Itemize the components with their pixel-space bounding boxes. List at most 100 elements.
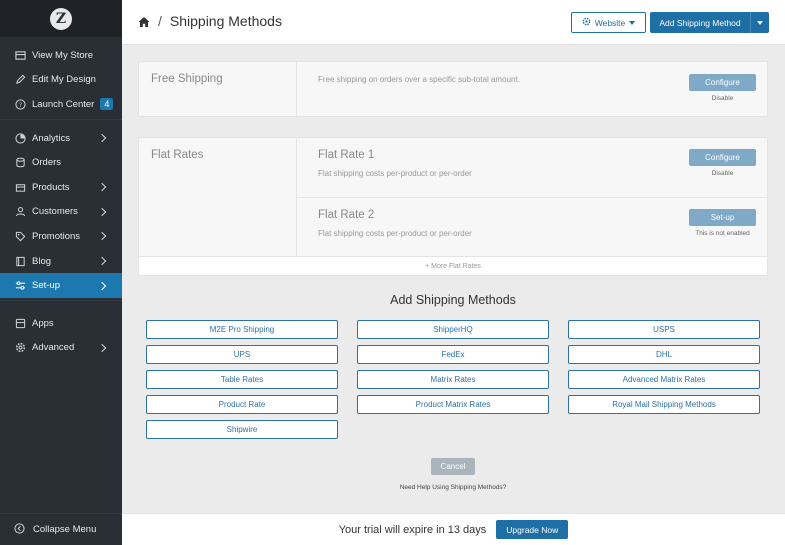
- method-title: Flat Rate 2: [318, 209, 375, 221]
- chevron-right-icon: [97, 256, 107, 266]
- add-method-dropdown-toggle[interactable]: [751, 20, 769, 25]
- book-icon: [14, 255, 26, 267]
- product-matrix-rates-button[interactable]: Product Matrix Rates: [357, 395, 549, 414]
- logo-area: Z: [0, 0, 122, 37]
- sliders-icon: [14, 280, 26, 292]
- launch-center-badge: 4: [100, 98, 114, 111]
- advanced-matrix-rates-button[interactable]: Advanced Matrix Rates: [568, 370, 760, 389]
- dhl-button[interactable]: DHL: [568, 345, 760, 364]
- analytics-icon: [14, 132, 26, 144]
- panel-title: Flat Rates: [151, 149, 204, 161]
- table-rates-button[interactable]: Table Rates: [146, 370, 338, 389]
- usps-button[interactable]: USPS: [568, 320, 760, 339]
- upgrade-now-button[interactable]: Upgrade Now: [496, 520, 569, 539]
- sidebar-item-label: Apps: [32, 317, 54, 329]
- add-shipping-method-button[interactable]: Add Shipping Method: [650, 12, 769, 33]
- sidebar-item-edit-my-design[interactable]: Edit My Design: [0, 68, 122, 93]
- sidebar-item-customers[interactable]: Customers: [0, 200, 122, 225]
- breadcrumb-separator: /: [158, 13, 162, 29]
- sidebar: Z View My Store Edit My Design ? Launch …: [0, 0, 122, 545]
- caret-down-icon: [757, 20, 763, 25]
- method-description: Free shipping on orders over a specific …: [318, 75, 520, 84]
- disable-link[interactable]: Disable: [679, 95, 766, 102]
- chevron-right-icon: [97, 232, 107, 241]
- sidebar-item-launch-center[interactable]: ? Launch Center 4: [0, 92, 122, 117]
- disable-link[interactable]: Disable: [679, 170, 766, 177]
- product-rate-button[interactable]: Product Rate: [146, 395, 338, 414]
- free-shipping-panel: Free Shipping Free shipping on orders ov…: [138, 61, 768, 118]
- royal-mail-shipping-methods-button[interactable]: Royal Mail Shipping Methods: [568, 395, 760, 414]
- tag-icon: [14, 230, 26, 242]
- sidebar-item-orders[interactable]: Orders: [0, 150, 122, 175]
- collapse-menu-label: Collapse Menu: [33, 524, 97, 535]
- configure-button[interactable]: Configure: [689, 74, 756, 91]
- box-icon: [14, 181, 26, 193]
- sidebar-item-apps[interactable]: Apps: [0, 311, 122, 336]
- flat-rates-panel: Flat Rates Flat Rate 1 Flat shipping cos…: [138, 137, 768, 276]
- sidebar-item-blog[interactable]: Blog: [0, 249, 122, 274]
- sidebar-item-label: Orders: [32, 157, 62, 169]
- website-dropdown-button[interactable]: Website: [571, 12, 646, 33]
- set-up-button[interactable]: Set-up: [689, 209, 756, 226]
- chevron-right-icon: [97, 133, 107, 143]
- method-description: Flat shipping costs per-product or per-o…: [318, 169, 472, 178]
- sidebar-item-label: Launch Center: [32, 98, 95, 110]
- page-title: Shipping Methods: [169, 13, 282, 29]
- fedex-button[interactable]: FedEx: [357, 345, 549, 364]
- svg-text:?: ?: [18, 101, 21, 109]
- status-text: This is not enabled: [695, 230, 750, 237]
- breadcrumb: / Shipping Methods: [138, 13, 282, 29]
- matrix-rates-button[interactable]: Matrix Rates: [357, 370, 549, 389]
- ups-button[interactable]: UPS: [146, 345, 338, 364]
- more-flat-rates-link[interactable]: + More Flat Rates: [139, 256, 767, 275]
- cancel-button[interactable]: Cancel: [431, 458, 475, 475]
- sidebar-item-set-up[interactable]: Set-up: [0, 273, 122, 298]
- question-icon: ?: [14, 98, 26, 110]
- sidebar-item-products[interactable]: Products: [0, 175, 122, 200]
- user-icon: [14, 206, 26, 218]
- nav-group-main: Analytics Orders Products Customers Prom…: [0, 118, 122, 300]
- sidebar-item-label: Customers: [32, 206, 78, 218]
- collapse-icon: [14, 522, 25, 537]
- configure-button[interactable]: Configure: [689, 149, 756, 166]
- sidebar-item-label: Products: [32, 181, 70, 193]
- method-title: Flat Rate 1: [318, 149, 375, 161]
- trial-text: Your trial will expire in 13 days: [338, 523, 487, 536]
- sidebar-item-view-my-store[interactable]: View My Store: [0, 43, 122, 68]
- sidebar-item-analytics[interactable]: Analytics: [0, 126, 122, 151]
- sidebar-item-advanced[interactable]: Advanced: [0, 336, 122, 361]
- add-methods-title: Add Shipping Methods: [390, 293, 516, 307]
- trial-footer: Your trial will expire in 13 days Upgrad…: [122, 513, 785, 545]
- sidebar-item-label: View My Store: [32, 49, 94, 61]
- sidebar-item-label: Advanced: [32, 342, 75, 354]
- database-icon: [14, 157, 26, 169]
- chevron-right-icon: [97, 207, 107, 217]
- sidebar-item-label: Blog: [32, 255, 52, 267]
- chevron-right-icon: [97, 281, 107, 290]
- m2e-pro-shipping-button[interactable]: M2E Pro Shipping: [146, 320, 338, 339]
- chevron-right-icon: [97, 183, 107, 192]
- caret-down-icon: [629, 20, 636, 25]
- help-link[interactable]: Need Help Using Shipping Methods?: [138, 484, 768, 491]
- home-icon[interactable]: [138, 15, 150, 27]
- apps-icon: [14, 317, 26, 329]
- pencil-icon: [14, 74, 26, 86]
- method-description: Flat shipping costs per-product or per-o…: [318, 229, 472, 238]
- sidebar-item-promotions[interactable]: Promotions: [0, 224, 122, 249]
- store-icon: [14, 49, 26, 61]
- nav-group-extra: Apps Advanced: [0, 299, 122, 362]
- sidebar-item-label: Analytics: [32, 132, 71, 144]
- nav-group-store: View My Store Edit My Design ? Launch Ce…: [0, 37, 122, 119]
- panel-title: Free Shipping: [151, 73, 223, 85]
- shipperhq-button[interactable]: ShipperHQ: [357, 320, 549, 339]
- sidebar-item-label: Set-up: [32, 280, 60, 292]
- shipwire-button[interactable]: Shipwire: [146, 420, 338, 439]
- collapse-menu-button[interactable]: Collapse Menu: [0, 513, 122, 545]
- add-shipping-method-label: Add Shipping Method: [659, 17, 741, 28]
- logo[interactable]: Z: [50, 7, 72, 30]
- website-label: Website: [594, 17, 626, 28]
- sidebar-item-label: Promotions: [32, 230, 81, 242]
- row-separator: [296, 197, 767, 198]
- sidebar-item-label: Edit My Design: [32, 74, 96, 86]
- header: / Shipping Methods Website Add Shipping …: [122, 0, 785, 45]
